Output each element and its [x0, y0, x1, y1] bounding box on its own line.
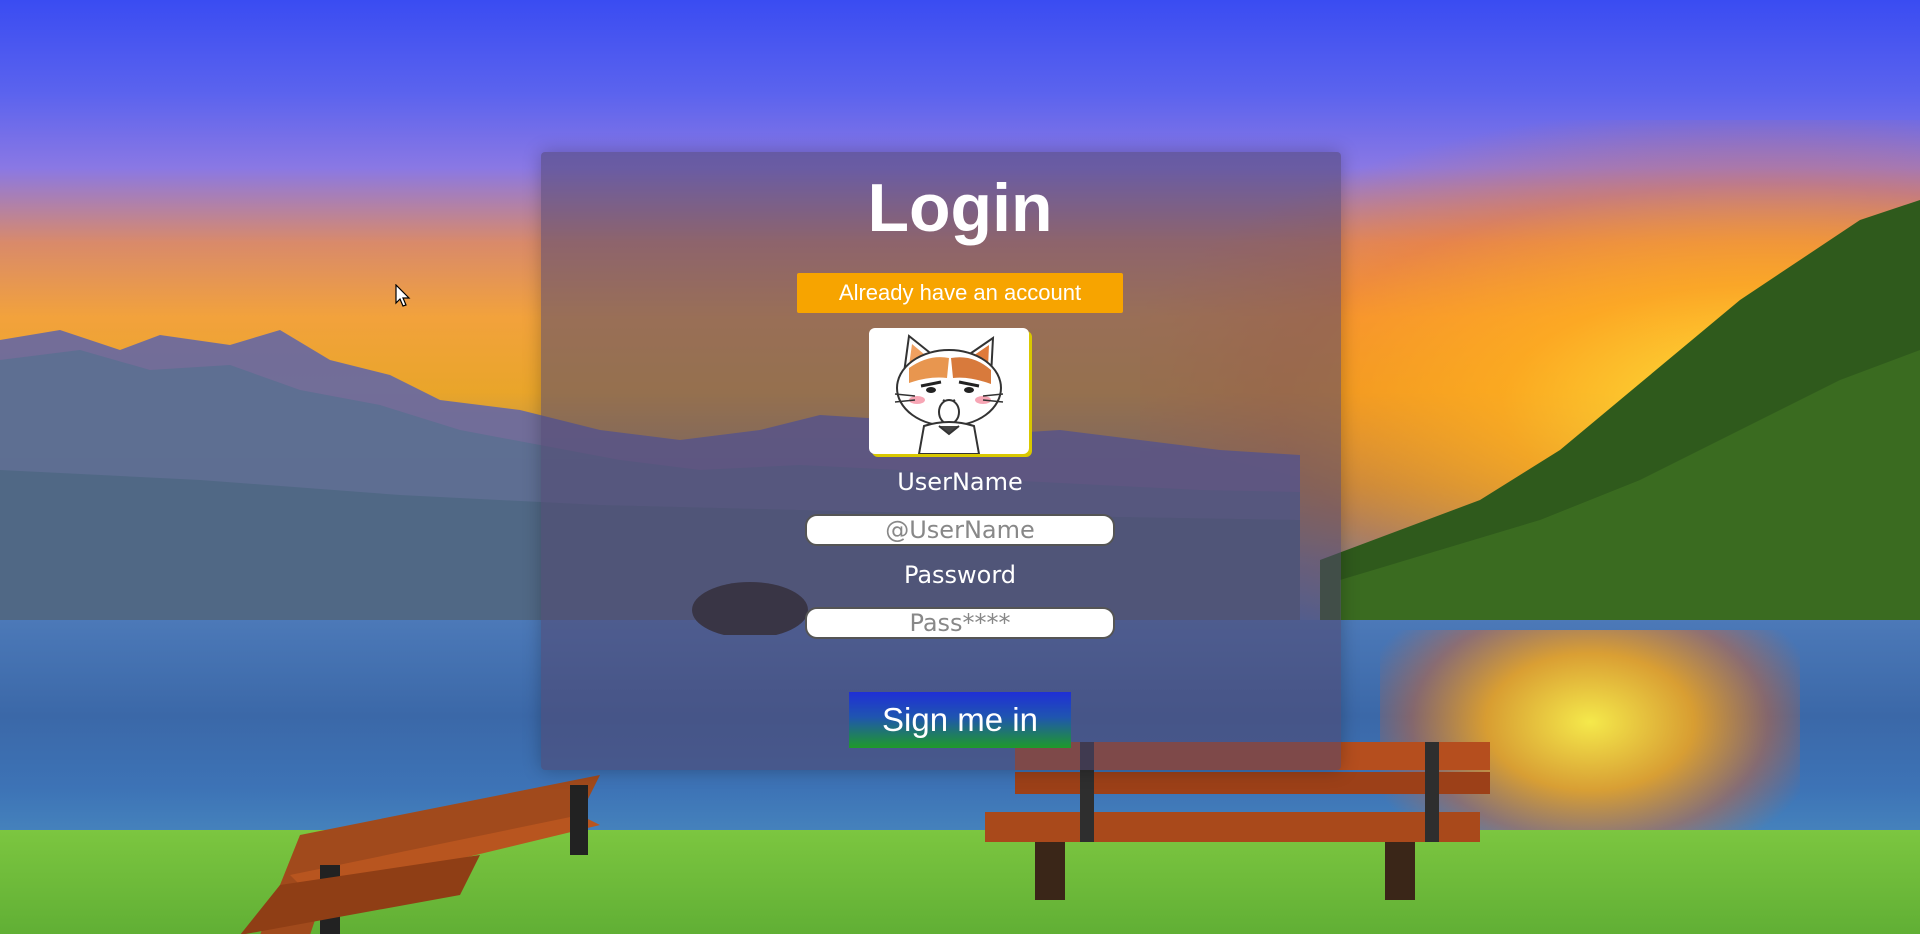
already-have-account-button[interactable]: Already have an account: [797, 273, 1123, 313]
username-label: UserName: [897, 468, 1023, 496]
bench-left: [240, 775, 600, 934]
sign-in-button[interactable]: Sign me in: [849, 692, 1071, 748]
mouse-cursor-icon: [395, 284, 411, 307]
cat-avatar-icon: [894, 334, 1004, 454]
avatar: [869, 328, 1029, 454]
password-input[interactable]: [805, 607, 1115, 639]
background-scene: Login Already have an account UserName @…: [0, 0, 1920, 934]
username-input[interactable]: [805, 514, 1115, 546]
password-label: Password: [903, 561, 1017, 589]
login-title: Login: [867, 170, 1053, 246]
